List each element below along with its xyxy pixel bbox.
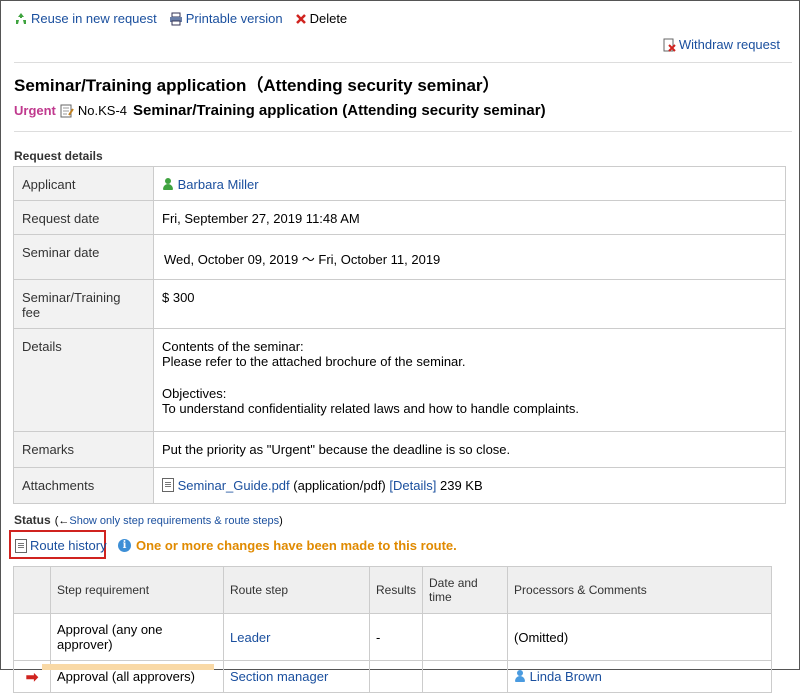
marker-header [13,566,51,614]
route-step-link[interactable]: Leader [230,630,270,645]
printer-icon [169,12,182,25]
seminar-date-label: Seminar date [13,234,154,280]
remarks-label: Remarks [13,431,154,468]
status-toggle-wrapper: (←Show only step requirements & route st… [55,515,283,527]
attachment-size: 239 KB [439,478,483,493]
route-processor: (Omitted) [507,613,772,661]
form-edit-icon [60,104,74,117]
printable-version-link[interactable]: Printable version [169,11,283,26]
arrow-right-icon: ➡ [25,668,39,686]
seminar-date-row: Seminar date Wed, October 09, 2019 ～ Fri… [13,234,786,280]
route-datetime [422,660,509,693]
applicant-link[interactable]: Barbara Miller [178,177,259,192]
status-label: Status [14,513,51,527]
route-header-row: Step requirement Route step Results Date… [13,566,772,614]
applicant-value: Barbara Miller [153,166,786,201]
route-result [368,660,424,693]
priority-badge: Urgent [14,103,56,118]
divider [14,62,792,63]
fee-value: $ 300 [153,279,786,329]
attachments-value: Seminar_Guide.pdf (application/pdf) [Det… [153,467,786,504]
route-datetime [422,613,509,661]
request-subtitle: Urgent No.KS-4 Seminar/Training applicat… [14,102,546,119]
details-line: Objectives: [162,386,227,401]
route-step-link[interactable]: Section manager [230,669,328,684]
remarks-row: Remarks Put the priority as "Urgent" bec… [13,431,786,468]
withdraw-request-link[interactable]: Withdraw request [663,37,780,52]
route-history-link[interactable]: Route history [15,538,107,553]
divider [14,131,792,132]
toolbar: Reuse in new request Printable version D… [14,11,347,26]
details-row: Details Contents of the seminar: Please … [13,328,786,432]
attachment-details-link[interactable]: [Details] [389,478,436,493]
column-header: Results [368,566,424,614]
details-line: To understand confidentiality related la… [162,401,579,416]
column-header: Step requirement [50,566,224,614]
route-row: Approval (any one approver) Leader - (Om… [13,613,772,661]
request-details-table: Applicant Barbara Miller Request date Fr… [13,166,786,504]
column-header: Date and time [422,566,509,614]
request-number: No.KS-4 [77,103,128,118]
route-processor: Linda Brown [507,660,772,693]
show-steps-only-link[interactable]: Show only step requirements & route step… [69,515,279,527]
remarks-value: Put the priority as "Urgent" because the… [153,431,786,468]
status-heading: Status (←Show only step requirements & r… [14,513,283,527]
details-value: Contents of the seminar: Please refer to… [153,328,786,432]
column-header: Processors & Comments [507,566,772,614]
attachments-label: Attachments [13,467,154,504]
fee-label: Seminar/Training fee [13,279,154,329]
delete-label: Delete [309,11,348,26]
printable-version-label: Printable version [185,11,283,26]
route-changed-notice: i One or more changes have been made to … [118,538,457,553]
page-title: Seminar/Training application（Attending s… [14,76,500,95]
delete-x-icon [295,13,306,24]
reuse-request-label: Reuse in new request [31,11,157,26]
column-header: Route step [223,566,370,614]
info-icon: i [118,539,131,552]
attachment-type: (application/pdf) [293,478,386,493]
request-date-row: Request date Fri, September 27, 2019 11:… [13,200,786,235]
user-icon [162,178,174,191]
attachment-link[interactable]: Seminar_Guide.pdf [178,478,290,493]
route-result: - [368,613,424,661]
route-requirement: Approval (any one approver) [50,613,224,661]
request-subject: Seminar/Training application (Attending … [133,102,546,119]
applicant-label: Applicant [13,166,154,201]
request-details-heading: Request details [14,149,103,163]
seminar-date-value: Wed, October 09, 2019 ～ Fri, October 11,… [153,234,786,280]
toggle-prefix: (← [54,515,70,527]
processor-link[interactable]: Linda Brown [530,669,602,684]
toggle-suffix: ) [279,515,283,527]
withdraw-icon [663,38,676,52]
attachments-row: Attachments Seminar_Guide.pdf (applicati… [13,467,786,504]
request-date-label: Request date [13,200,154,235]
details-line: Please refer to the attached brochure of… [162,354,466,369]
applicant-row: Applicant Barbara Miller [13,166,786,201]
file-icon [162,478,174,492]
route-marker [13,613,51,661]
details-label: Details [13,328,154,432]
next-row-highlight [42,664,214,670]
withdraw-request-label: Withdraw request [678,37,780,52]
details-line: Contents of the seminar: [162,339,304,354]
fee-row: Seminar/Training fee $ 300 [13,279,786,329]
route-history-label: Route history [30,538,107,553]
user-icon [514,670,526,683]
route-changed-text: One or more changes have been made to th… [136,538,457,553]
reuse-request-link[interactable]: Reuse in new request [14,11,157,26]
recycle-icon [16,12,26,24]
delete-link[interactable]: Delete [295,11,348,26]
request-date-value: Fri, September 27, 2019 11:48 AM [153,200,786,235]
document-icon [15,538,27,553]
route-table: Step requirement Route step Results Date… [13,566,772,693]
